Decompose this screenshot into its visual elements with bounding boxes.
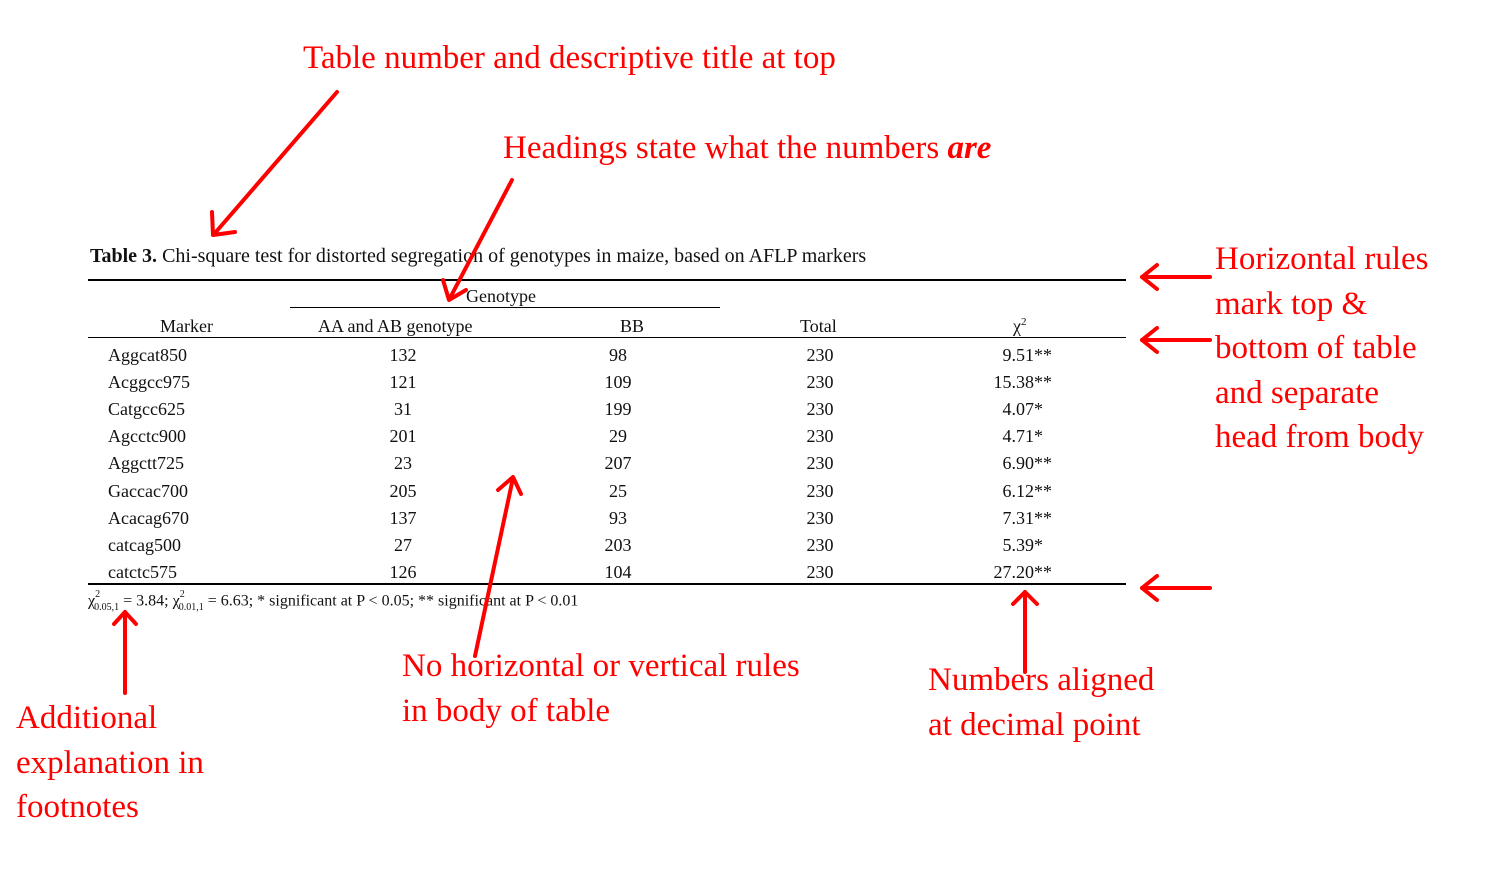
arrow-to-headings-icon bbox=[441, 178, 514, 302]
arrow-to-body-icon bbox=[473, 475, 523, 658]
arrow-to-bottom-rule-icon bbox=[1140, 574, 1212, 602]
arrow-to-footnote-icon bbox=[112, 610, 138, 695]
arrow-to-header-rule-icon bbox=[1140, 326, 1212, 354]
arrow-to-decimal-icon bbox=[1011, 590, 1039, 674]
arrow-to-title-icon bbox=[210, 90, 339, 237]
annotation-arrows bbox=[112, 90, 1212, 695]
arrow-to-top-rule-icon bbox=[1140, 263, 1212, 291]
